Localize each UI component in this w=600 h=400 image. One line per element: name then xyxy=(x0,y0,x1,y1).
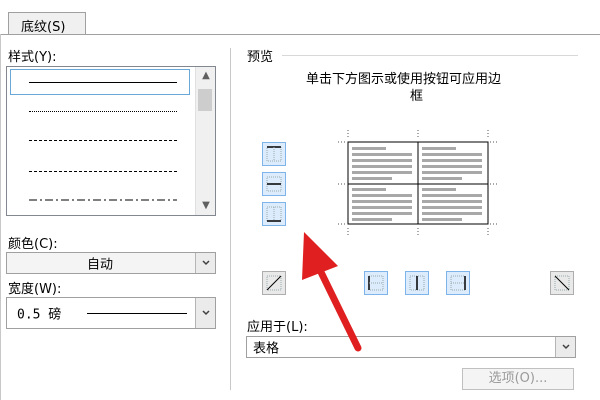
preview-instruction-1: 单击下方图示或使用按钮可应用边 xyxy=(306,72,502,87)
style-item-dotted[interactable] xyxy=(29,111,177,112)
style-label: 样式(Y): xyxy=(8,50,57,65)
style-scrollbar[interactable]: ▲ ▼ xyxy=(195,67,215,215)
diagonal-down-border-icon xyxy=(554,275,570,291)
preview-table[interactable] xyxy=(336,128,500,238)
color-dropdown[interactable]: 自动 xyxy=(6,252,216,274)
scroll-up-icon[interactable]: ▲ xyxy=(196,67,216,85)
bottom-border-icon xyxy=(266,206,282,222)
dialog-edge xyxy=(0,34,1,400)
diagonal-up-border-icon xyxy=(266,275,282,291)
tab-shading[interactable]: 底纹(S) xyxy=(8,12,86,35)
width-label: 宽度(W): xyxy=(8,282,62,297)
inside-vertical-border-button[interactable] xyxy=(405,271,429,295)
chevron-down-icon[interactable] xyxy=(195,298,215,328)
apply-to-value: 表格 xyxy=(253,341,280,357)
inside-vertical-border-icon xyxy=(409,275,425,291)
diagonal-down-border-button[interactable] xyxy=(550,271,574,295)
bottom-border-button[interactable] xyxy=(262,202,286,226)
annotation-arrow-icon xyxy=(302,232,362,352)
color-value: 自动 xyxy=(87,257,114,273)
preview-title: 预览 xyxy=(247,50,274,65)
style-item-dash-dot[interactable] xyxy=(29,199,177,201)
inside-horizontal-border-button[interactable] xyxy=(262,172,286,196)
inside-horizontal-border-icon xyxy=(266,176,282,192)
width-value: 0.5 磅 xyxy=(17,307,62,323)
tab-divider xyxy=(0,34,600,35)
preview-group-line xyxy=(282,55,578,56)
right-border-icon xyxy=(450,275,466,291)
tab-label: 底纹(S) xyxy=(21,20,66,35)
color-label: 颜色(C): xyxy=(8,237,58,252)
preview-instruction-2: 框 xyxy=(410,89,424,104)
right-border-button[interactable] xyxy=(446,271,470,295)
style-listbox[interactable]: ▲ ▼ xyxy=(6,66,216,216)
panel-divider xyxy=(230,48,231,390)
scroll-thumb[interactable] xyxy=(198,89,212,111)
top-border-button[interactable] xyxy=(262,142,286,166)
width-dropdown[interactable]: 0.5 磅 xyxy=(6,297,216,329)
chevron-down-icon[interactable] xyxy=(195,253,215,273)
width-line-sample xyxy=(87,313,187,314)
options-button[interactable]: 选项(O)... xyxy=(462,368,574,390)
style-item-solid[interactable] xyxy=(29,82,177,83)
style-item-dashed-small[interactable] xyxy=(29,140,177,141)
top-border-icon xyxy=(266,146,282,162)
scroll-down-icon[interactable]: ▼ xyxy=(196,197,216,215)
diagonal-up-border-button[interactable] xyxy=(262,271,286,295)
chevron-down-icon[interactable] xyxy=(555,337,575,357)
style-item-dashed[interactable] xyxy=(29,171,177,172)
